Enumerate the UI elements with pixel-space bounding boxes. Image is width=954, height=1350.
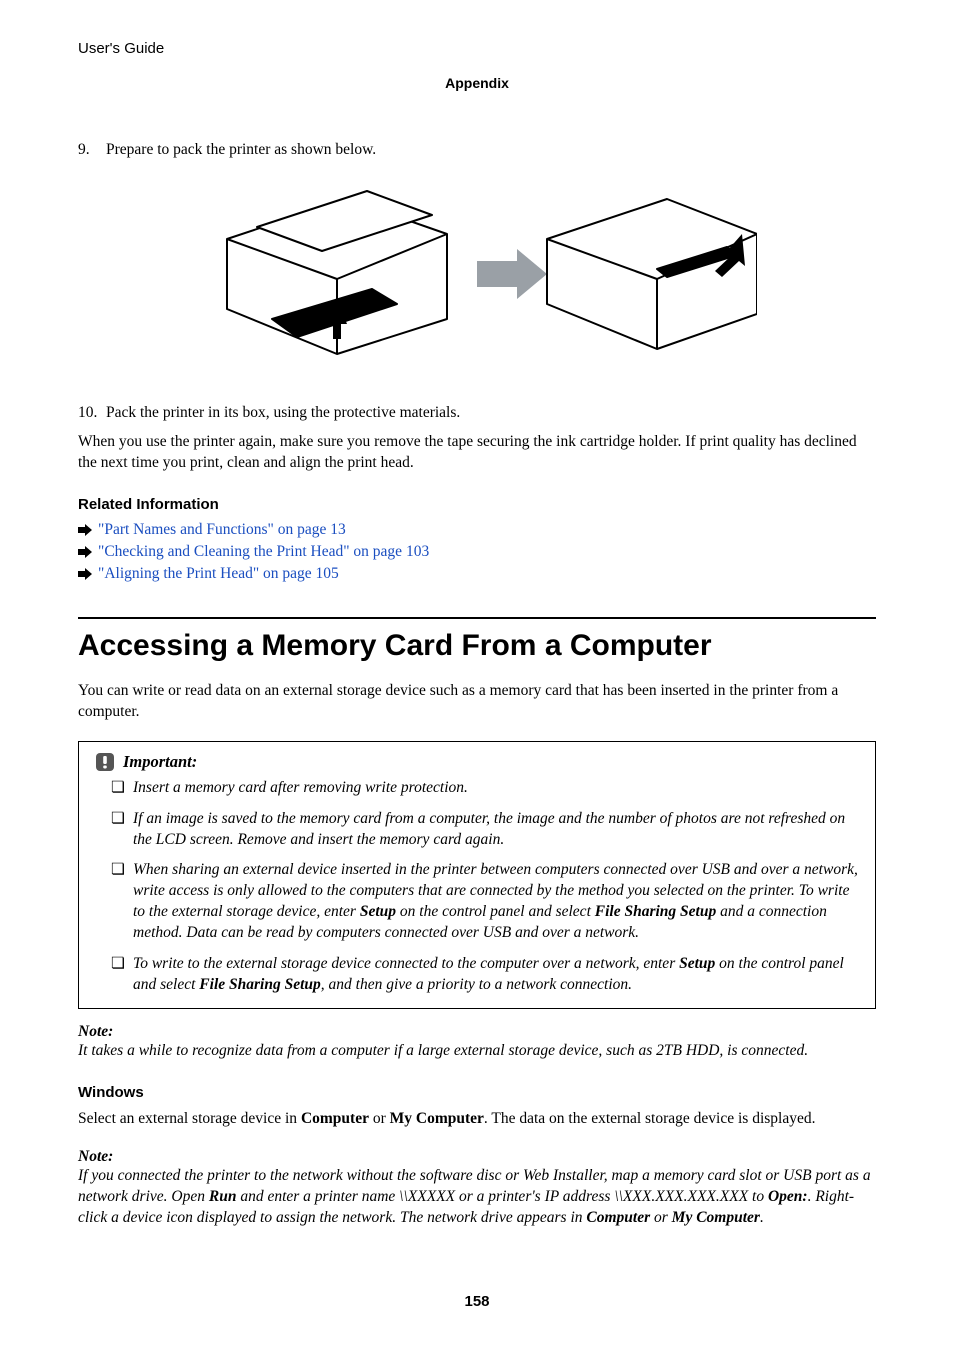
section-divider bbox=[78, 617, 876, 619]
important-icon bbox=[95, 752, 115, 772]
step-number: 9. bbox=[78, 141, 106, 159]
breadcrumb: Appendix bbox=[78, 75, 876, 91]
intro-paragraph: You can write or read data on an externa… bbox=[78, 681, 876, 723]
important-item-1: Insert a memory card after removing writ… bbox=[133, 778, 859, 799]
important-label: Important: bbox=[123, 752, 197, 772]
windows-heading: Windows bbox=[78, 1084, 876, 1101]
important-item-4: To write to the external storage device … bbox=[133, 954, 859, 996]
related-link-1[interactable]: "Part Names and Functions" on page 13 bbox=[78, 521, 876, 539]
arrow-right-icon bbox=[78, 568, 92, 580]
arrow-right-icon bbox=[78, 524, 92, 536]
link-text: "Checking and Cleaning the Print Head" o… bbox=[98, 543, 429, 561]
link-text: "Part Names and Functions" on page 13 bbox=[98, 521, 346, 539]
section-heading: Accessing a Memory Card From a Computer bbox=[78, 629, 876, 663]
related-link-3[interactable]: "Aligning the Print Head" on page 105 bbox=[78, 565, 876, 583]
after-steps-paragraph: When you use the printer again, make sur… bbox=[78, 432, 876, 474]
windows-paragraph: Select an external storage device in Com… bbox=[78, 1109, 876, 1130]
note-label: Note: bbox=[78, 1148, 876, 1166]
page-number: 158 bbox=[0, 1293, 954, 1310]
step-9: 9. Prepare to pack the printer as shown … bbox=[78, 141, 876, 159]
related-link-2[interactable]: "Checking and Cleaning the Print Head" o… bbox=[78, 543, 876, 561]
step-text: Pack the printer in its box, using the p… bbox=[106, 404, 876, 422]
link-text: "Aligning the Print Head" on page 105 bbox=[98, 565, 339, 583]
note-body: If you connected the printer to the netw… bbox=[78, 1166, 876, 1229]
step-text: Prepare to pack the printer as shown bel… bbox=[106, 141, 876, 159]
header-title: User's Guide bbox=[78, 40, 876, 57]
note-body: It takes a while to recognize data from … bbox=[78, 1041, 876, 1062]
note-label: Note: bbox=[78, 1023, 876, 1041]
packing-figure bbox=[78, 179, 876, 374]
related-information-heading: Related Information bbox=[78, 496, 876, 513]
important-item-2: If an image is saved to the memory card … bbox=[133, 809, 859, 851]
important-item-3: When sharing an external device inserted… bbox=[133, 860, 859, 944]
step-10: 10. Pack the printer in its box, using t… bbox=[78, 404, 876, 422]
important-callout: Important: Insert a memory card after re… bbox=[78, 741, 876, 1009]
arrow-right-icon bbox=[78, 546, 92, 558]
step-number: 10. bbox=[78, 404, 106, 422]
